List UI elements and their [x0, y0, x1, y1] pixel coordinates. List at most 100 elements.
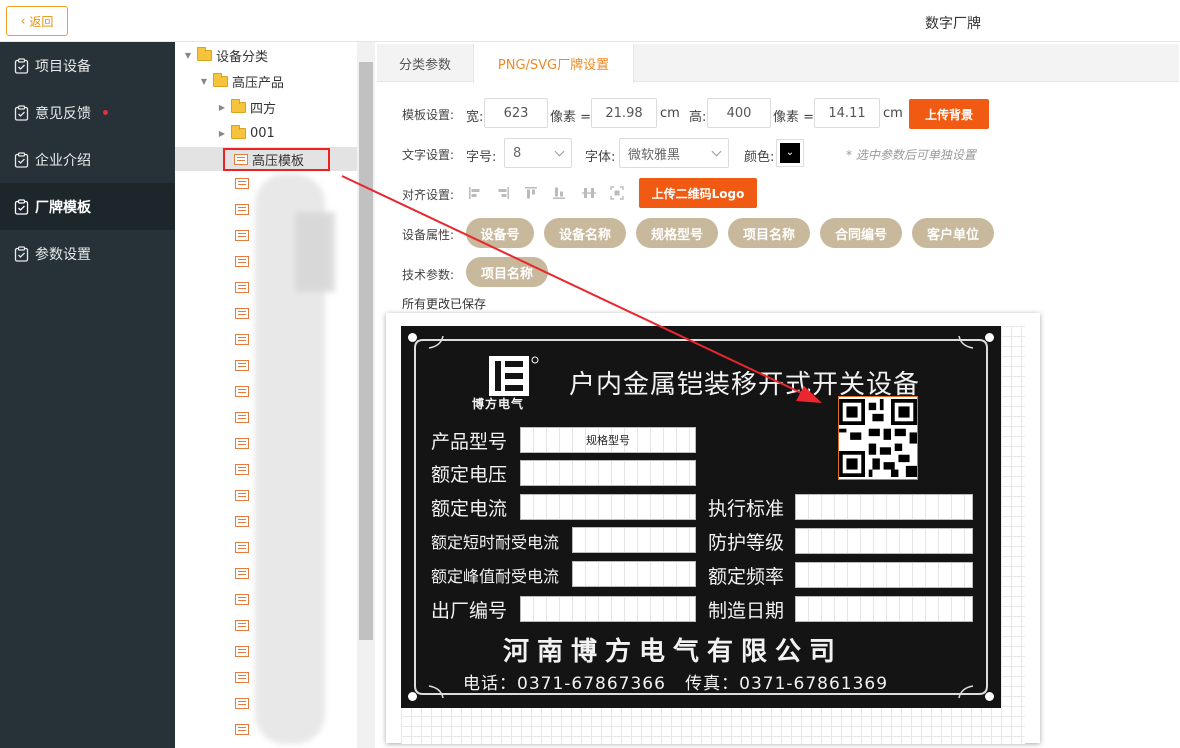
- document-icon[interactable]: [235, 256, 249, 267]
- align-left-icon[interactable]: [468, 186, 482, 200]
- plate-field-model-value: 规格型号: [586, 434, 630, 447]
- document-icon[interactable]: [235, 490, 249, 501]
- attr-device-number[interactable]: 设备号: [466, 218, 534, 248]
- tree-scrollbar-thumb[interactable]: [359, 62, 373, 640]
- tree-node-high-voltage[interactable]: ▼ 高压产品: [199, 69, 284, 93]
- document-icon[interactable]: [235, 542, 249, 553]
- document-icon[interactable]: [235, 360, 249, 371]
- caret-right-icon[interactable]: ▶: [217, 129, 227, 138]
- plate-label-model: 产品型号: [431, 431, 508, 453]
- plate-field-peak-current[interactable]: [572, 561, 696, 587]
- plate-field-frequency[interactable]: [795, 562, 973, 588]
- document-icon[interactable]: [235, 698, 249, 709]
- font-size-select[interactable]: 8: [504, 138, 572, 168]
- distribute-horizontal-icon[interactable]: [582, 186, 596, 200]
- color-picker[interactable]: ⌄: [776, 139, 804, 167]
- height-px-input[interactable]: 400: [707, 98, 771, 128]
- plate-field-model[interactable]: 规格型号: [520, 427, 696, 453]
- tech-params-label: 技术参数:: [402, 268, 455, 282]
- tree-node-root[interactable]: ▼ 设备分类: [183, 43, 268, 67]
- tech-param-project-name[interactable]: 项目名称: [466, 257, 548, 287]
- document-icon[interactable]: [235, 620, 249, 631]
- plate-label-rated-current: 额定电流: [431, 498, 508, 520]
- document-icon[interactable]: [235, 308, 249, 319]
- width-px-input[interactable]: 623: [484, 98, 548, 128]
- plate-label-peak-current: 额定峰值耐受电流: [431, 567, 560, 586]
- tree-node-001[interactable]: ▶ 001: [217, 121, 275, 145]
- sidebar-item-label: 项目设备: [35, 58, 91, 75]
- chevron-down-icon: [554, 146, 565, 157]
- chevron-down-icon: ⌄: [780, 143, 800, 163]
- sidebar-item-label: 参数设置: [35, 246, 91, 263]
- document-icon[interactable]: [235, 334, 249, 345]
- attr-spec-model[interactable]: 规格型号: [636, 218, 718, 248]
- template-settings-label: 模板设置:: [402, 108, 455, 122]
- align-bottom-icon[interactable]: [552, 186, 566, 200]
- tree-node-label: 001: [250, 125, 275, 141]
- document-icon[interactable]: [235, 594, 249, 605]
- clipboard-check-icon: [14, 57, 29, 74]
- attr-customer-unit[interactable]: 客户单位: [912, 218, 994, 248]
- plate-field-serial-number[interactable]: [520, 596, 696, 622]
- font-size-label: 字号:: [466, 150, 497, 165]
- tree-node-sifang[interactable]: ▶ 四方: [217, 95, 276, 119]
- sidebar-item-parameter-settings[interactable]: 参数设置: [0, 230, 175, 277]
- plate-field-protection[interactable]: [795, 528, 973, 554]
- folder-icon: [213, 72, 228, 87]
- caret-down-icon[interactable]: ▼: [199, 77, 209, 86]
- document-icon[interactable]: [235, 230, 249, 241]
- tree-node-label: 高压模板: [252, 153, 305, 169]
- document-icon[interactable]: [235, 386, 249, 397]
- sidebar-item-project-devices[interactable]: 项目设备: [0, 42, 175, 89]
- caret-right-icon[interactable]: ▶: [217, 103, 227, 112]
- height-label: 高:: [689, 110, 707, 125]
- px-equals-label: 像素 =: [773, 110, 815, 125]
- plate-field-standard[interactable]: [795, 494, 973, 520]
- plate-field-rated-current[interactable]: [520, 494, 696, 520]
- document-icon[interactable]: [235, 412, 249, 423]
- document-icon[interactable]: [235, 516, 249, 527]
- document-icon[interactable]: [235, 646, 249, 657]
- document-icon[interactable]: [235, 178, 249, 189]
- plate-field-manufacture-date[interactable]: [795, 596, 973, 622]
- document-icon[interactable]: [235, 568, 249, 579]
- document-icon[interactable]: [235, 672, 249, 683]
- width-cm-input[interactable]: 21.98: [591, 98, 657, 128]
- back-button[interactable]: ‹ 返回: [6, 6, 68, 36]
- fit-center-icon[interactable]: [610, 186, 624, 200]
- font-family-select[interactable]: 微软雅黑: [619, 138, 729, 168]
- upload-background-button[interactable]: 上传背景: [909, 99, 989, 129]
- tree-node-label: 设备分类: [216, 49, 269, 65]
- document-icon[interactable]: [235, 724, 249, 735]
- plate-label-frequency: 额定频率: [708, 566, 785, 588]
- brand-logo: [489, 356, 539, 396]
- sidebar-item-feedback[interactable]: 意见反馈: [0, 89, 175, 136]
- sidebar-item-company-intro[interactable]: 企业介绍: [0, 136, 175, 183]
- hint-text: * 选中参数后可单独设置: [846, 148, 976, 162]
- nameplate-preview[interactable]: 博方电气 户内金属铠装移开式开关设备 产品型号 规格型号 额定电压 额定电流 额…: [401, 326, 1001, 708]
- plate-field-short-time-current[interactable]: [572, 527, 696, 553]
- attr-contract-number[interactable]: 合同编号: [820, 218, 902, 248]
- upload-qr-logo-button[interactable]: 上传二维码Logo: [639, 178, 757, 208]
- tab-png-svg-settings[interactable]: PNG/SVG厂牌设置: [473, 44, 634, 83]
- document-icon[interactable]: [235, 464, 249, 475]
- tree-node-selected-template[interactable]: 高压模板: [175, 147, 357, 171]
- height-cm-input[interactable]: 14.11: [814, 98, 880, 128]
- document-icon[interactable]: [235, 204, 249, 215]
- px-equals-label: 像素 =: [550, 110, 592, 125]
- sidebar-item-nameplate-template[interactable]: 厂牌模板: [0, 183, 175, 230]
- attr-device-name[interactable]: 设备名称: [544, 218, 626, 248]
- align-right-icon[interactable]: [496, 186, 510, 200]
- document-icon[interactable]: [235, 282, 249, 293]
- align-top-icon[interactable]: [524, 186, 538, 200]
- notification-dot: [103, 110, 108, 115]
- clipboard-check-icon: [14, 198, 29, 215]
- plate-contact: 电话：0371-67867366 传真：0371-67861369: [463, 674, 889, 694]
- caret-down-icon[interactable]: ▼: [183, 51, 193, 60]
- document-icon[interactable]: [235, 438, 249, 449]
- tab-category-params[interactable]: 分类参数: [377, 44, 473, 82]
- qr-code[interactable]: [838, 396, 918, 480]
- attr-project-name[interactable]: 项目名称: [728, 218, 810, 248]
- plate-field-rated-voltage[interactable]: [520, 460, 696, 486]
- clipboard-check-icon: [14, 104, 29, 121]
